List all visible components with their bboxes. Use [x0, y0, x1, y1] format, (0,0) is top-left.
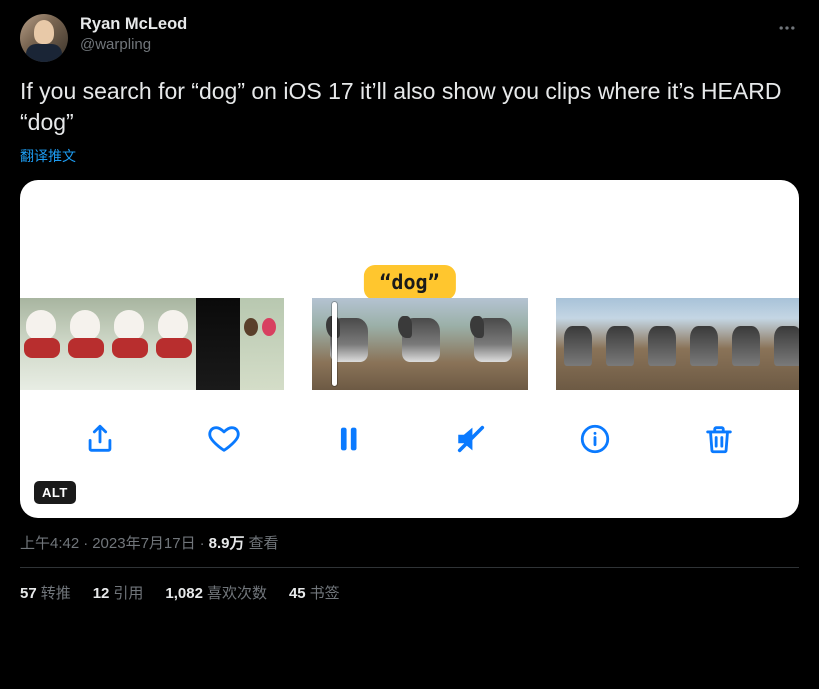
clip-group[interactable] [20, 298, 284, 390]
share-icon [83, 422, 117, 456]
views-label: 查看 [248, 532, 278, 553]
info-button[interactable] [572, 416, 618, 462]
more-icon [777, 18, 797, 38]
media-whitespace: “dog” [20, 180, 799, 298]
timeline-thumbnail[interactable] [766, 298, 799, 390]
likes-count: 1,082 [165, 585, 203, 602]
timeline-thumbnail[interactable] [108, 298, 152, 390]
timeline-thumbnail[interactable] [598, 298, 640, 390]
media-toolbar [20, 390, 799, 488]
like-button[interactable] [201, 416, 247, 462]
likes-stat[interactable]: 1,082喜欢次数 [165, 582, 267, 603]
engagement-row: 57转推 12引用 1,082喜欢次数 45书签 [20, 582, 799, 603]
separator: · [83, 535, 88, 552]
quotes-stat[interactable]: 12引用 [93, 582, 144, 603]
user-block: Ryan McLeod @warpling [80, 14, 187, 55]
quotes-label: 引用 [113, 585, 143, 602]
pause-icon [331, 422, 365, 456]
quotes-count: 12 [93, 585, 110, 602]
info-icon [578, 422, 612, 456]
clip-gap [284, 298, 312, 390]
bookmarks-label: 书签 [310, 585, 340, 602]
video-timeline[interactable] [20, 298, 799, 390]
date-label: 2023年7月17日 [92, 532, 195, 553]
heart-icon [207, 422, 241, 456]
delete-button[interactable] [696, 416, 742, 462]
timeline-thumbnail[interactable] [196, 298, 240, 390]
more-button[interactable] [769, 10, 805, 46]
pause-button[interactable] [325, 416, 371, 462]
bookmarks-stat[interactable]: 45书签 [289, 582, 340, 603]
tweet-text: If you search for “dog” on iOS 17 it’ll … [20, 76, 799, 138]
playhead-icon[interactable] [332, 302, 337, 386]
tweet-header: Ryan McLeod @warpling [20, 14, 799, 62]
alt-badge[interactable]: ALT [34, 481, 76, 504]
timeline-thumbnail[interactable] [20, 298, 64, 390]
divider [20, 567, 799, 568]
views-count: 8.9万 [209, 532, 245, 553]
translate-link[interactable]: 翻译推文 [20, 146, 76, 166]
timeline-thumbnail[interactable] [152, 298, 196, 390]
media-attachment[interactable]: “dog” [20, 180, 799, 518]
avatar[interactable] [20, 14, 68, 62]
user-handle[interactable]: @warpling [80, 35, 187, 55]
timeline-thumbnail[interactable] [240, 298, 284, 390]
clip-group[interactable] [312, 298, 528, 390]
separator: · [200, 535, 205, 552]
timeline-thumbnail[interactable] [64, 298, 108, 390]
retweets-count: 57 [20, 585, 37, 602]
mute-button[interactable] [448, 416, 494, 462]
share-button[interactable] [77, 416, 123, 462]
retweets-label: 转推 [41, 585, 71, 602]
timeline-thumbnail[interactable] [682, 298, 724, 390]
likes-label: 喜欢次数 [207, 585, 267, 602]
timestamp-row[interactable]: 上午4:42 · 2023年7月17日 · 8.9万 查看 [20, 532, 799, 553]
bookmarks-count: 45 [289, 585, 306, 602]
time-label: 上午4:42 [20, 532, 79, 553]
timeline-thumbnail[interactable] [640, 298, 682, 390]
timeline-thumbnail[interactable] [312, 298, 384, 390]
retweets-stat[interactable]: 57转推 [20, 582, 71, 603]
trash-icon [702, 422, 736, 456]
timeline-thumbnail[interactable] [456, 298, 528, 390]
mute-icon [454, 422, 488, 456]
display-name[interactable]: Ryan McLeod [80, 14, 187, 35]
timeline-thumbnail[interactable] [556, 298, 598, 390]
clip-group[interactable] [556, 298, 799, 390]
clip-gap [528, 298, 556, 390]
timeline-thumbnail[interactable] [724, 298, 766, 390]
timeline-thumbnail[interactable] [384, 298, 456, 390]
tweet-container: Ryan McLeod @warpling If you search for … [0, 0, 819, 603]
caption-tag: “dog” [363, 265, 455, 300]
